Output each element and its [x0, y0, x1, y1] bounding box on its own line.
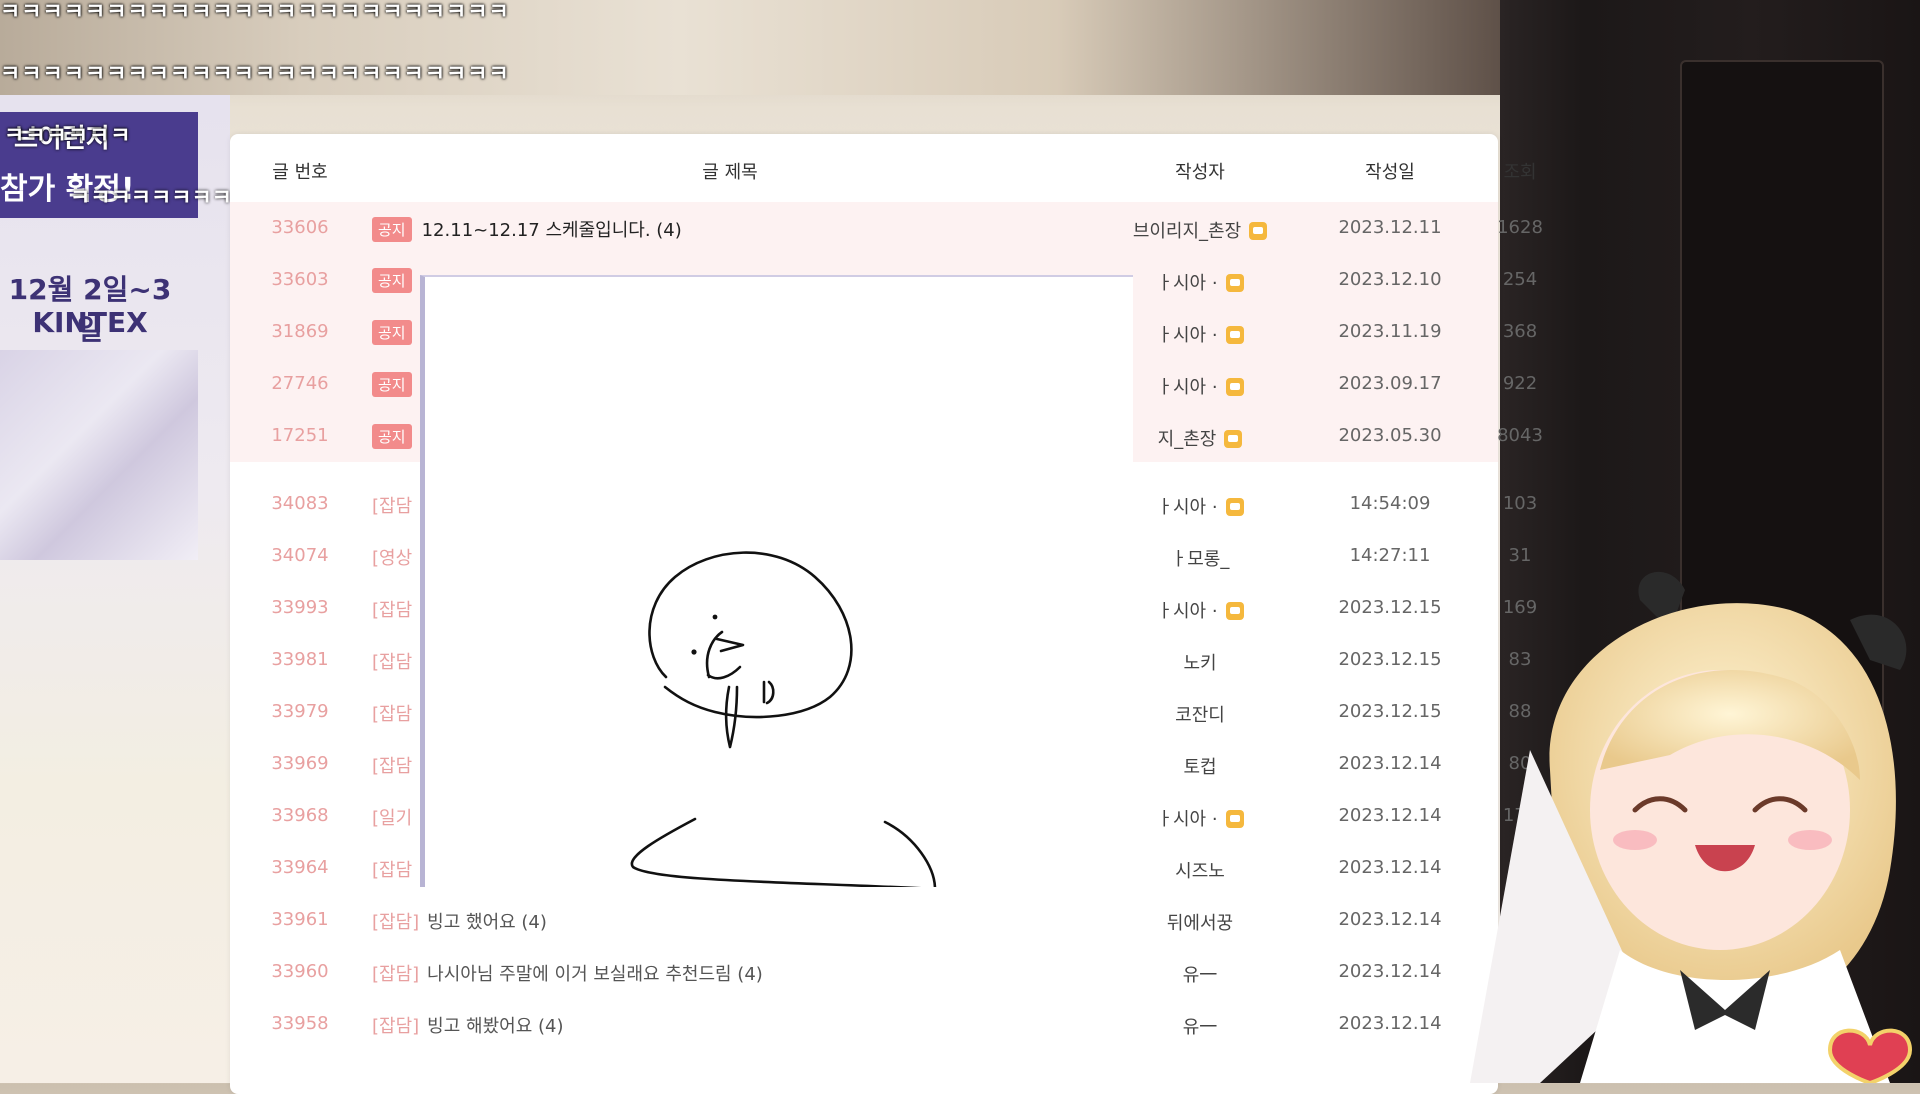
post-number: 31869 [271, 321, 329, 342]
post-date: 2023.12.10 [1338, 269, 1442, 290]
post-views: 368 [1502, 321, 1538, 342]
post-category: [잡담] [372, 964, 420, 985]
header-views: 조회 [1503, 162, 1537, 183]
chat-overlay-line: ㅋㅋㅋㅋㅋㅋㅋㅋㅋㅋㅋㅋㅋㅋㅋㅋㅋㅋㅋㅋㅋㅋㅋㅋ [0, 0, 510, 25]
table-row[interactable]: 33958 [잡담]빙고 해봤어요 (4) 유一 2023.12.14 54 [230, 998, 1531, 1050]
post-number: 33993 [271, 597, 329, 618]
post-views: 1628 [1497, 217, 1543, 238]
post-date: 14:27:11 [1349, 545, 1431, 566]
post-category: [잡담 [372, 600, 413, 621]
board-header: 글 번호 글 제목 작성자 작성일 조회 [230, 134, 1536, 204]
post-number: 33603 [271, 269, 329, 290]
post-category: [잡담] [372, 912, 420, 933]
chat-overlay-line: ㅋㅋㅋㅋㅋㅋㅋㅋㅋㅋㅋㅋㅋㅋㅋㅋㅋㅋㅋㅋㅋㅋㅋㅋ [0, 62, 510, 87]
post-number: 33960 [271, 961, 329, 982]
post-number: 34074 [271, 545, 329, 566]
post-category: [잡담 [372, 860, 413, 881]
post-author[interactable]: 유一 [1090, 961, 1310, 987]
event-venue: KINTEX [32, 306, 148, 339]
post-date: 2023.12.15 [1338, 597, 1442, 618]
notice-badge: 공지 [372, 217, 412, 242]
post-author[interactable]: 브이리지_촌장 [1090, 217, 1310, 243]
vtuber-avatar [1470, 571, 1913, 1083]
post-views: 103 [1502, 493, 1538, 514]
post-number: 33964 [271, 857, 329, 878]
post-date: 2023.05.30 [1338, 425, 1442, 446]
post-number: 33961 [271, 909, 329, 930]
table-row[interactable]: 33606 공지 12.11~12.17 스케줄입니다. (4) 브이리지_촌장 … [230, 202, 1543, 254]
post-views: 922 [1502, 373, 1538, 394]
level-badge-icon [1225, 498, 1244, 516]
post-title[interactable]: [잡담] 빙고 했어요 (4) [372, 908, 1092, 934]
post-date: 14:54:09 [1349, 493, 1431, 514]
header-date: 작성일 [1365, 162, 1415, 183]
level-badge-icon [1225, 274, 1244, 292]
level-badge-icon [1225, 326, 1244, 344]
post-category: [일기 [372, 808, 413, 829]
level-badge-icon [1225, 810, 1244, 828]
drawing-canvas[interactable] [420, 275, 1133, 887]
post-title[interactable]: 공지 12.11~12.17 스케줄입니다. (4) [372, 216, 1092, 242]
header-author: 작성자 [1175, 162, 1225, 183]
post-date: 2023.12.15 [1338, 649, 1442, 670]
post-date: 2023.09.17 [1338, 373, 1442, 394]
post-date: 2023.12.14 [1338, 805, 1442, 826]
post-author[interactable]: 뒤에서꿍 [1090, 909, 1310, 935]
post-author[interactable]: 유一 [1090, 1013, 1310, 1039]
table-row[interactable]: 33961 [잡담]빙고 했어요 (4) 뒤에서꿍 2023.12.14 65 [230, 894, 1531, 946]
post-category: [잡담 [372, 652, 413, 673]
post-date: 2023.12.14 [1338, 909, 1442, 930]
post-category: [잡담] [372, 1016, 420, 1037]
table-row[interactable]: 33960 [잡담] 나시아님 주말에 이거 보실래요 추천드림 (4) 유一 2… [230, 946, 1531, 998]
post-number: 27746 [271, 373, 329, 394]
post-category: [영상 [372, 548, 413, 569]
background-left [0, 95, 230, 1083]
post-category: [잡담 [372, 704, 413, 725]
notice-badge: 공지 [372, 268, 412, 293]
post-category: [잡담 [372, 756, 413, 777]
post-number: 33979 [271, 701, 329, 722]
post-views: 254 [1502, 269, 1538, 290]
chat-overlay-line: ㅋㅋㅋㅋㅋㅋㅋㅋㅋ [70, 186, 253, 211]
post-category: [잡담 [372, 496, 413, 517]
doodle-drawing [630, 551, 937, 887]
post-date: 2023.12.11 [1338, 217, 1442, 238]
event-artwork [0, 350, 198, 560]
post-number: 34083 [271, 493, 329, 514]
post-date: 2023.12.14 [1338, 857, 1442, 878]
chat-overlay-line: ㅋㅋㅋㅋㅋㅋ [4, 124, 132, 149]
level-badge-icon [1224, 430, 1243, 448]
post-date: 2023.12.14 [1338, 1013, 1442, 1034]
header-title: 글 제목 [702, 162, 758, 183]
post-number: 33968 [271, 805, 329, 826]
post-date: 2023.11.19 [1338, 321, 1442, 342]
level-badge-icon [1225, 602, 1244, 620]
notice-badge: 공지 [372, 424, 412, 449]
post-date: 2023.12.14 [1338, 961, 1442, 982]
post-number: 17251 [271, 425, 329, 446]
level-badge-icon [1225, 378, 1244, 396]
post-number: 33969 [271, 753, 329, 774]
post-views: 31 [1508, 545, 1532, 566]
notice-badge: 공지 [372, 372, 412, 397]
header-num: 글 번호 [272, 162, 328, 183]
post-number: 33958 [271, 1013, 329, 1034]
notice-badge: 공지 [372, 320, 412, 345]
level-badge-icon [1249, 222, 1268, 240]
post-views: 8043 [1497, 425, 1543, 446]
post-title[interactable]: [잡담] 빙고 해봤어요 (4) [372, 1012, 1092, 1038]
post-date: 2023.12.15 [1338, 701, 1442, 722]
post-title[interactable]: [잡담] 나시아님 주말에 이거 보실래요 추천드림 (4) [372, 960, 1092, 986]
post-date: 2023.12.14 [1338, 753, 1442, 774]
post-number: 33606 [271, 217, 329, 238]
post-number: 33981 [271, 649, 329, 670]
